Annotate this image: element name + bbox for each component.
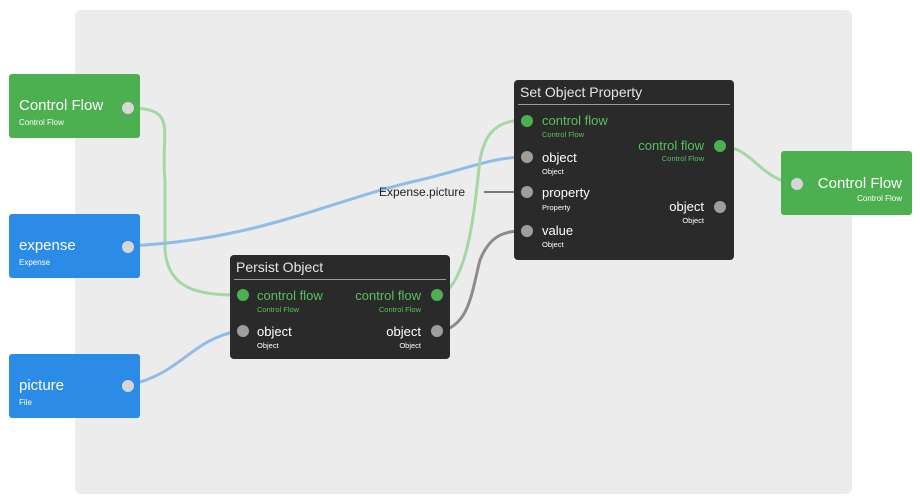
port-type: Object (542, 240, 564, 249)
port-dot[interactable] (714, 140, 726, 152)
port-type: Object (682, 216, 704, 225)
port-dot[interactable] (521, 151, 533, 163)
input-node-picture[interactable]: picture File (9, 354, 140, 418)
output-node-subtitle: Control Flow (857, 194, 902, 203)
port-label: property (542, 185, 590, 200)
port-label: object (257, 324, 292, 339)
output-node-control-flow[interactable]: Control Flow Control Flow (781, 151, 912, 215)
port-type: Control Flow (542, 130, 585, 139)
port-type: Property (542, 203, 571, 212)
persist-object-node[interactable]: Persist Object control flow Control Flow… (230, 255, 450, 359)
set-object-property-node[interactable]: Set Object Property control flow Control… (514, 80, 734, 260)
output-port-dot[interactable] (122, 241, 134, 253)
port-label: control flow (542, 113, 608, 128)
port-type: Control Flow (661, 154, 704, 163)
input-node-control-flow[interactable]: Control Flow Control Flow (9, 74, 140, 138)
port-type: Control Flow (378, 305, 421, 314)
port-label: value (542, 223, 574, 238)
port-label: object (386, 324, 421, 339)
input-node-expense[interactable]: expense Expense (9, 214, 140, 278)
port-type: Control Flow (257, 305, 300, 314)
node-divider (518, 104, 730, 105)
port-type: Object (399, 341, 421, 350)
node-divider (234, 279, 446, 280)
node-title: Set Object Property (520, 84, 643, 100)
input-node-subtitle: File (19, 398, 32, 407)
output-port-dot[interactable] (122, 380, 134, 392)
port-dot[interactable] (521, 115, 533, 127)
input-node-subtitle: Expense (19, 258, 51, 267)
output-node-title: Control Flow (817, 175, 902, 192)
port-dot[interactable] (521, 225, 533, 237)
input-node-title: expense (19, 237, 76, 254)
port-label: control flow (638, 138, 704, 153)
port-dot[interactable] (521, 186, 533, 198)
port-dot[interactable] (431, 325, 443, 337)
port-label: object (669, 199, 704, 214)
port-type: Object (542, 167, 564, 176)
input-node-subtitle: Control Flow (19, 118, 64, 127)
port-label: object (542, 150, 577, 165)
input-node-title: Control Flow (19, 97, 104, 114)
graph-canvas[interactable] (75, 10, 852, 494)
port-dot[interactable] (431, 289, 443, 301)
port-dot[interactable] (237, 289, 249, 301)
port-label: control flow (257, 288, 323, 303)
port-label: control flow (355, 288, 421, 303)
port-dot[interactable] (237, 325, 249, 337)
output-port-dot[interactable] (122, 102, 134, 114)
node-title: Persist Object (236, 259, 324, 275)
input-port-dot[interactable] (791, 178, 803, 190)
input-node-title: picture (19, 377, 65, 394)
constant-value-label[interactable]: Expense.picture (379, 185, 465, 199)
port-type: Object (257, 341, 279, 350)
port-dot[interactable] (714, 201, 726, 213)
